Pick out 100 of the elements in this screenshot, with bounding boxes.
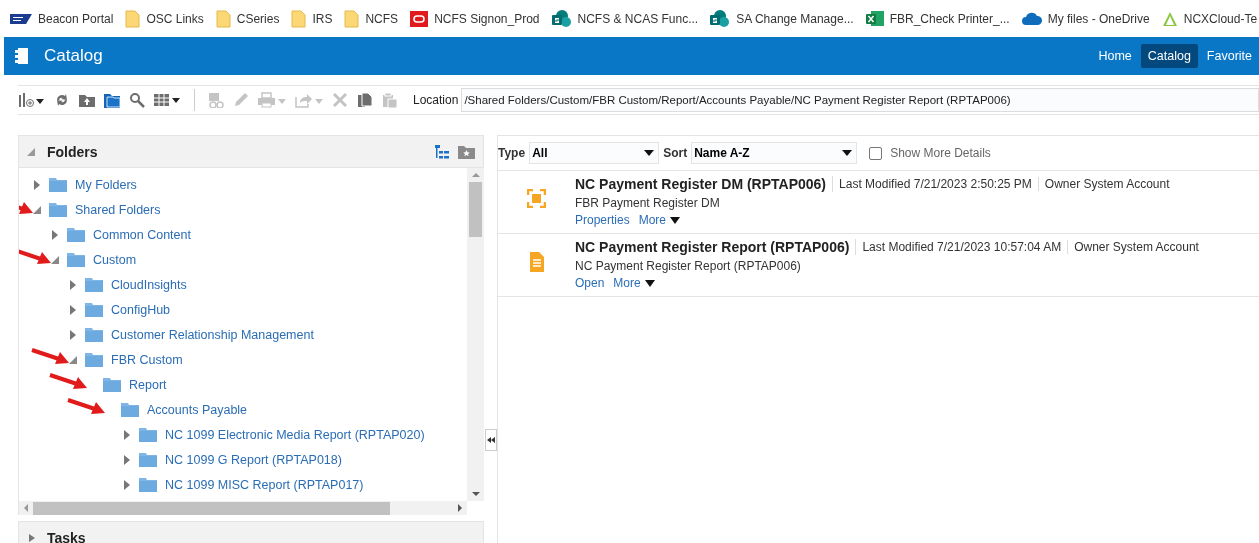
collapsed-icon[interactable]	[51, 229, 59, 240]
folder-link[interactable]: CloudInsights	[111, 277, 187, 292]
caret-icon	[670, 216, 681, 224]
item-title[interactable]: NC Payment Register Report (RPTAP006)	[575, 239, 857, 255]
sharepoint-icon	[551, 10, 572, 27]
bookmark-link[interactable]: NCFS	[344, 9, 399, 28]
type-label: Type	[498, 146, 526, 160]
folder-icon	[103, 377, 121, 392]
horizontal-scrollbar[interactable]	[18, 501, 467, 515]
folder-icon	[139, 452, 157, 467]
folder-icon	[125, 9, 141, 28]
more-menu-link[interactable]: More	[638, 213, 681, 227]
location-field[interactable]: /Shared Folders/Custom/FBR Custom/Report/Accounts Payable/NC Payment Register Report (RPTAP006)	[461, 88, 1259, 112]
folder-icon	[139, 427, 157, 442]
vertical-scrollbar[interactable]	[467, 168, 484, 501]
catalog-icon	[15, 47, 29, 65]
folder-icon	[85, 302, 103, 317]
type-dropdown[interactable]: All	[529, 142, 660, 164]
folder-upload-icon[interactable]	[79, 92, 95, 108]
annotation-arrow	[49, 373, 87, 389]
bookmark-link[interactable]: NCXCloud-Te	[1161, 10, 1258, 27]
chart-add-icon[interactable]	[18, 92, 45, 108]
bookmark-link[interactable]: FBR_Check Printer_...	[865, 10, 1010, 27]
checkbox[interactable]	[869, 146, 883, 160]
folder-icon	[344, 9, 360, 28]
bookmark-link[interactable]: NCFS & NCAS Func...	[551, 10, 699, 27]
location-label: Location	[413, 93, 459, 107]
nav-link[interactable]: Favorite	[1199, 44, 1259, 68]
folder-icon	[85, 327, 103, 342]
search-icon[interactable]	[129, 92, 145, 108]
bookmark-link[interactable]: SA Change Manage...	[710, 10, 854, 27]
item-description: FBR Payment Register DM	[575, 196, 721, 210]
owner-text: Owner System Account	[1067, 240, 1205, 254]
collapsed-icon[interactable]	[69, 279, 77, 290]
collapse-icon[interactable]	[27, 147, 35, 156]
folder-icon	[67, 227, 85, 242]
annotation-arrow	[67, 398, 105, 414]
bookmark-link[interactable]: My files - OneDrive	[1021, 11, 1150, 26]
oracle-logo-icon	[410, 10, 429, 27]
collapsed-icon[interactable]	[69, 329, 77, 340]
panel-title: Tasks	[47, 529, 86, 543]
folder-link[interactable]: FBR Custom	[111, 352, 183, 367]
panel-title: Folders	[47, 143, 98, 160]
bookmark-link[interactable]: OSC Links	[125, 9, 204, 28]
caret-icon	[644, 279, 655, 287]
folder-link[interactable]: Customer Relationship Management	[111, 327, 314, 342]
folder-link[interactable]: NC 1099 Electronic Media Report (RPTAP020)	[165, 427, 425, 442]
collapsed-icon[interactable]	[123, 454, 131, 465]
folder-link[interactable]: NC 1099 MISC Report (RPTAP017)	[165, 477, 364, 492]
triangle-logo-icon	[1161, 10, 1178, 27]
collapsed-icon[interactable]	[69, 304, 77, 315]
spreadsheet-icon	[865, 10, 884, 27]
item-description: NC Payment Register Report (RPTAP006)	[575, 259, 802, 273]
action-link[interactable]: Properties	[575, 213, 630, 227]
collapsed-icon[interactable]	[33, 179, 41, 190]
folder-icon	[215, 9, 231, 28]
folder-link[interactable]: NC 1099 G Report (RPTAP018)	[165, 452, 342, 467]
tree-view-icon[interactable]	[434, 143, 450, 160]
collapsed-icon[interactable]	[123, 429, 131, 440]
folder-link[interactable]: Report	[129, 377, 167, 392]
item-title[interactable]: NC Payment Register DM (RPTAP006)	[575, 176, 834, 192]
splitter-handle[interactable]	[485, 429, 497, 451]
dropdown-caret-icon	[842, 150, 853, 156]
folder-icon	[291, 9, 307, 28]
folder-icon	[67, 252, 85, 267]
annotation-arrow	[31, 348, 69, 364]
annotation-arrow	[19, 248, 51, 264]
copy-icon[interactable]	[357, 92, 373, 108]
nav-link[interactable]: Home	[1091, 44, 1139, 68]
folder-icon	[121, 402, 139, 417]
expand-icon[interactable]	[27, 533, 35, 542]
table-view-icon[interactable]	[154, 92, 181, 108]
refresh-icon[interactable]	[54, 92, 70, 108]
more-menu-link[interactable]: More	[613, 276, 655, 290]
cloud-icon	[1021, 11, 1042, 26]
sap-logo-icon	[10, 11, 32, 26]
folder-link[interactable]: Common Content	[93, 227, 191, 242]
folder-star-icon[interactable]	[458, 144, 475, 159]
action-link[interactable]: Open	[575, 276, 605, 290]
folder-link[interactable]: Shared Folders	[75, 202, 161, 217]
folder-icon	[49, 202, 67, 217]
sort-label: Sort	[663, 146, 688, 160]
folder-link[interactable]: Custom	[93, 252, 137, 267]
nav-link[interactable]: Catalog	[1140, 44, 1198, 68]
bookmark-link[interactable]: Beacon Portal	[10, 11, 114, 26]
folder-link[interactable]: Accounts Payable	[147, 402, 248, 417]
folders-icon[interactable]	[104, 92, 120, 108]
page-title: Catalog	[44, 46, 103, 66]
sort-dropdown[interactable]: Name A-Z	[691, 142, 858, 164]
folder-icon	[85, 352, 103, 367]
folder-link[interactable]: My Folders	[75, 177, 137, 192]
modified-date: Last Modified 7/21/2023 2:50:25 PM	[838, 177, 1033, 191]
folder-icon	[85, 277, 103, 292]
folder-link[interactable]: ConfigHub	[111, 302, 171, 317]
owner-text: Owner System Account	[1037, 177, 1176, 191]
bookmark-link[interactable]: NCFS Signon_Prod	[410, 10, 540, 27]
collapsed-icon[interactable]	[123, 479, 131, 490]
bookmark-link[interactable]: IRS	[291, 9, 333, 28]
bookmark-link[interactable]: CSeries	[215, 9, 280, 28]
checkbox-label: Show More Details	[890, 146, 991, 160]
